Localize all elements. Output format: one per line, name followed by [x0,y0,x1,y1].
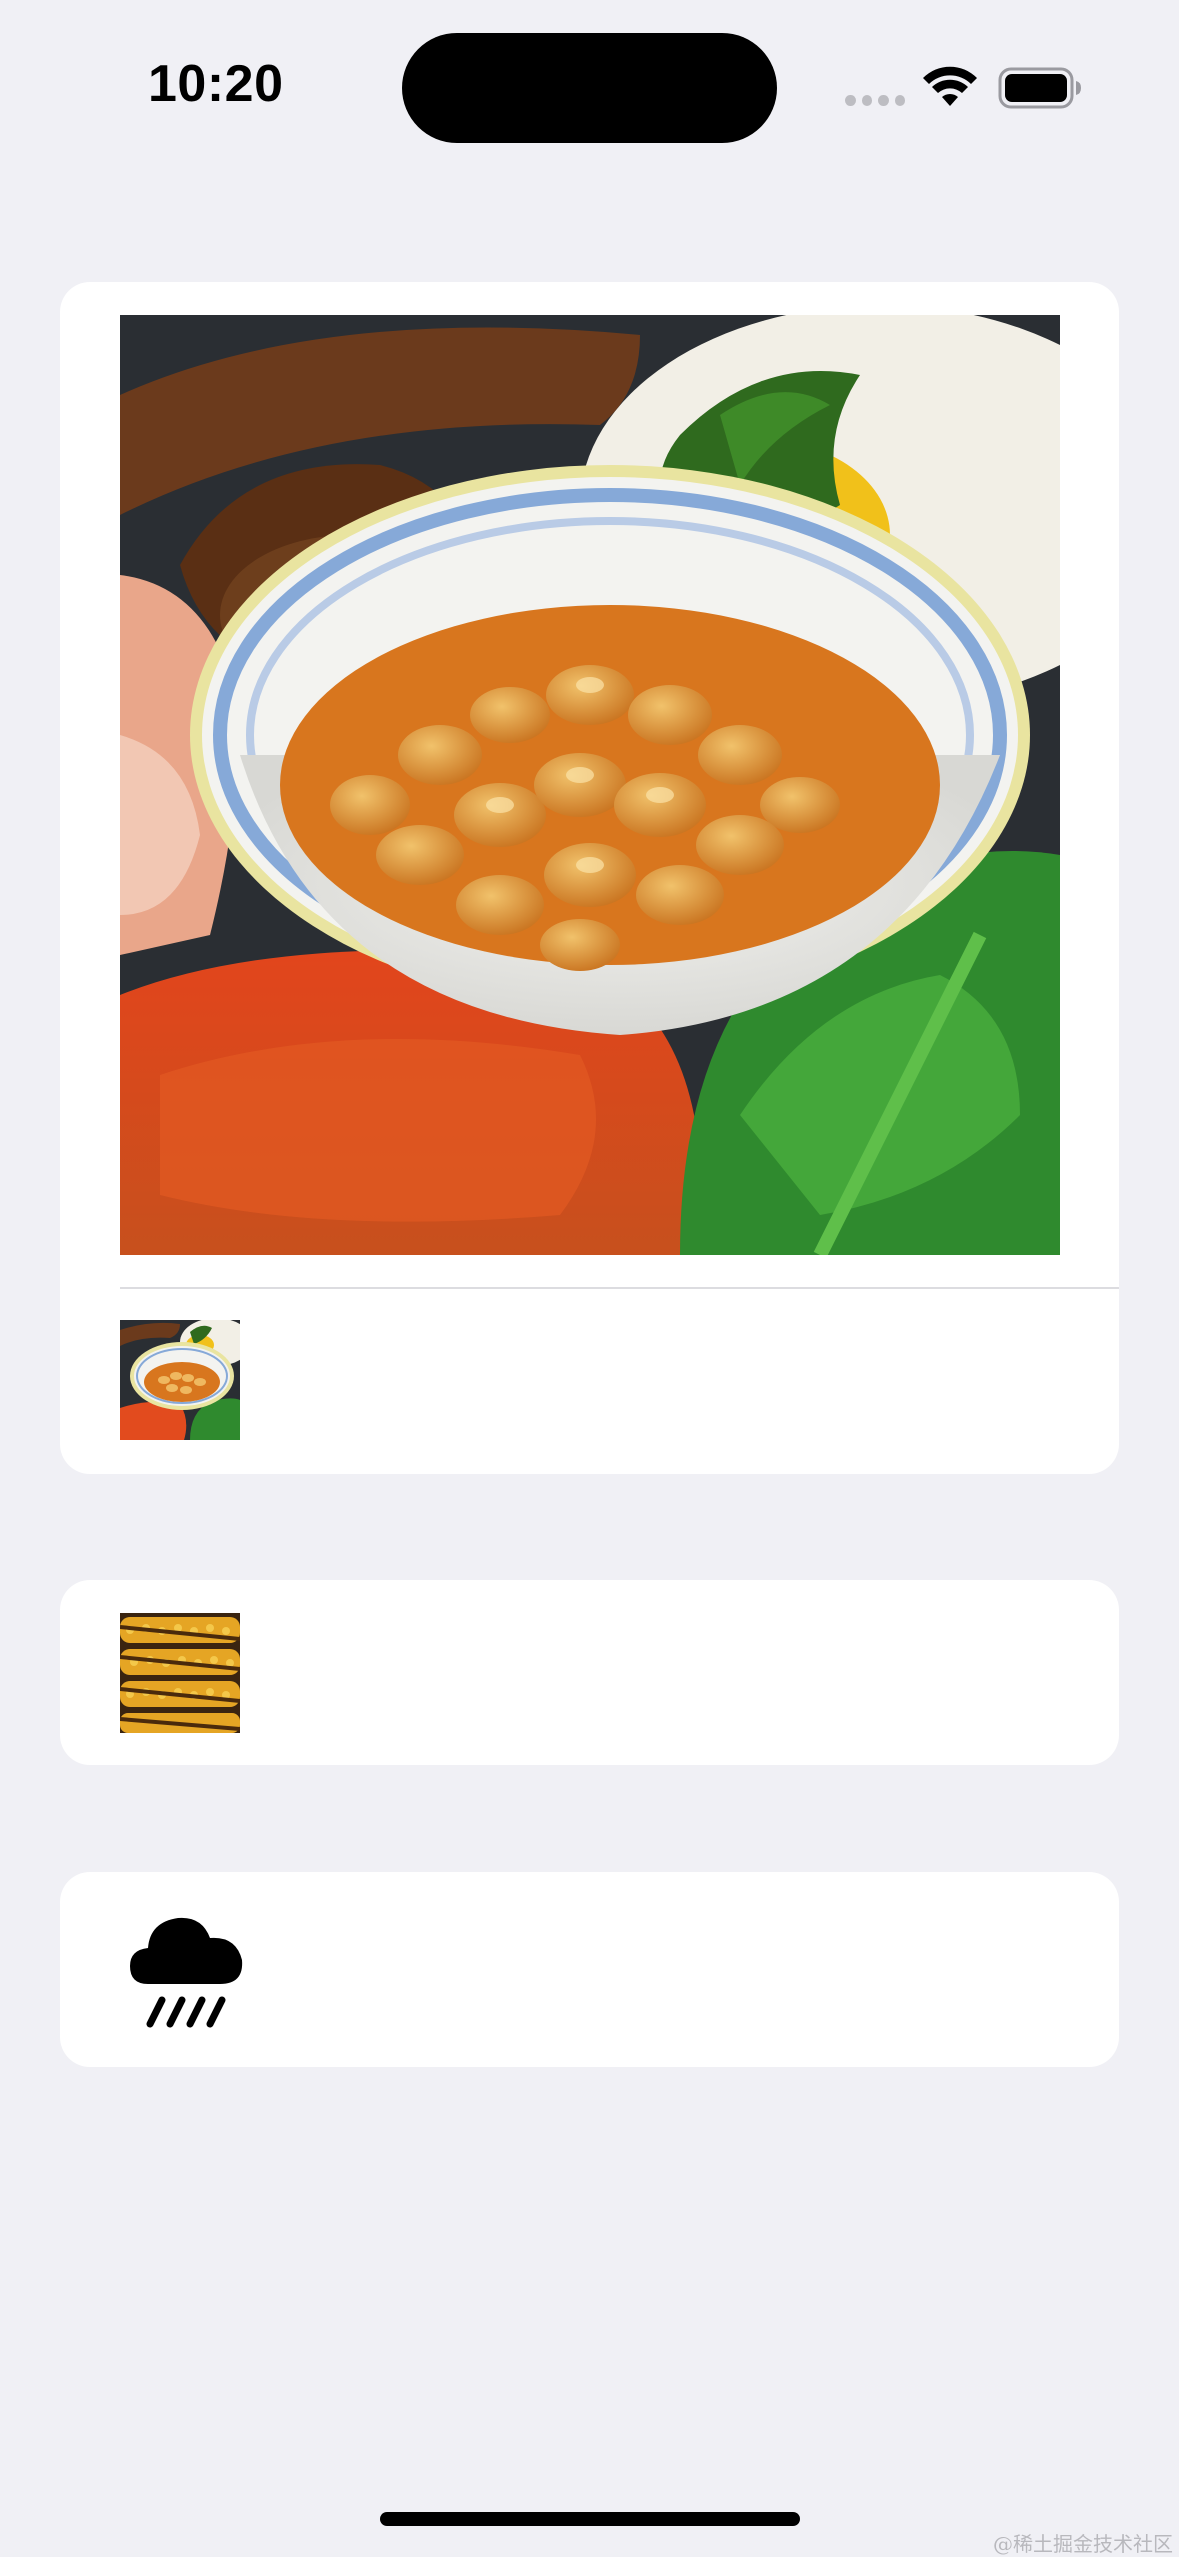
status-time: 10:20 [148,55,284,113]
baked-beans-breakfast-image [120,315,1060,1255]
cellular-signal-icon [845,93,905,107]
baked-beans-breakfast-thumbnail [120,1320,240,1440]
image-card [60,1580,1119,1765]
home-indicator[interactable] [380,2512,800,2526]
card-divider [120,1287,1119,1289]
wifi-icon [923,66,977,106]
dynamic-island [402,33,777,143]
weather-card [60,1872,1119,2067]
cloud-rain-icon [130,1917,243,2028]
grilled-corn-thumbnail [120,1613,240,1733]
battery-icon [998,67,1081,109]
image-card [60,282,1119,1474]
watermark: @稀土掘金技术社区 [993,2532,1173,2556]
